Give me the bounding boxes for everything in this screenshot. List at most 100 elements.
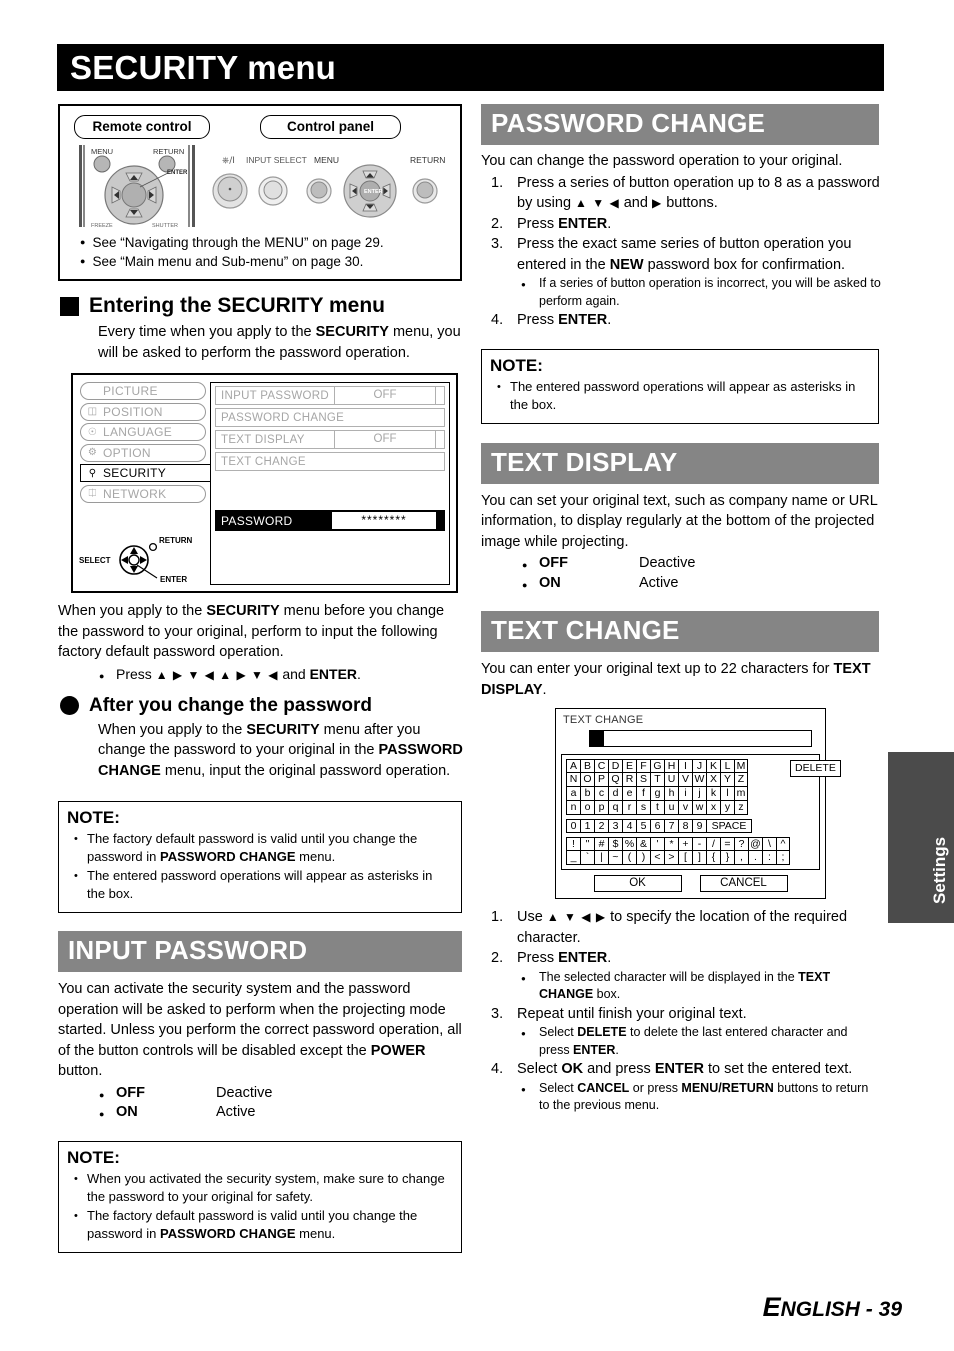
keyboard-key[interactable]: 8 — [678, 819, 692, 833]
osd-sidebar-item-security[interactable]: ⚲ SECURITY — [80, 464, 213, 482]
keyboard-key[interactable]: 3 — [608, 819, 622, 833]
keyboard-key[interactable]: 1 — [580, 819, 594, 833]
keyboard-key[interactable]: H — [664, 759, 678, 773]
keyboard-key[interactable]: 7 — [664, 819, 678, 833]
osd-sidebar-item-picture[interactable]: PICTURE — [80, 382, 206, 400]
keyboard-key[interactable]: u — [664, 801, 678, 815]
keyboard-key[interactable]: r — [622, 801, 636, 815]
keyboard-key[interactable]: ' — [650, 837, 664, 851]
keyboard-key[interactable]: Z — [734, 773, 748, 787]
keyboard-key[interactable]: = — [720, 837, 734, 851]
keyboard-key[interactable]: < — [650, 851, 664, 865]
keyboard-key[interactable]: m — [734, 787, 748, 801]
keyboard-key[interactable]: Q — [608, 773, 622, 787]
keyboard-key[interactable]: w — [692, 801, 706, 815]
keyboard-key[interactable]: l — [720, 787, 734, 801]
keyboard-key[interactable]: J — [692, 759, 706, 773]
keyboard-key[interactable]: ! — [566, 837, 580, 851]
keyboard-key[interactable]: O — [580, 773, 594, 787]
keyboard-key[interactable]: ? — [734, 837, 748, 851]
keyboard-key[interactable]: B — [580, 759, 594, 773]
keyboard-key[interactable]: [ — [678, 851, 692, 865]
keyboard-key[interactable]: n — [566, 801, 580, 815]
osd-sidebar-item-option[interactable]: ⚙ OPTION — [80, 443, 206, 462]
keyboard-key-space[interactable]: SPACE — [706, 819, 752, 833]
keyboard-key[interactable]: * — [664, 837, 678, 851]
keyboard-key[interactable]: ` — [580, 851, 594, 865]
keyboard-key[interactable]: V — [678, 773, 692, 787]
keyboard-key[interactable]: x — [706, 801, 720, 815]
delete-button[interactable]: DELETE — [790, 760, 841, 777]
keyboard-key[interactable]: b — [580, 787, 594, 801]
keyboard-key[interactable]: i — [678, 787, 692, 801]
keyboard-key[interactable]: s — [636, 801, 650, 815]
osd-row-text-display[interactable]: TEXT DISPLAY OFF — [215, 430, 445, 449]
keyboard-key[interactable]: p — [594, 801, 608, 815]
keyboard-key[interactable]: { — [706, 851, 720, 865]
keyboard-key[interactable]: f — [636, 787, 650, 801]
keyboard-key[interactable]: ] — [692, 851, 706, 865]
keyboard-key[interactable]: M — [734, 759, 748, 773]
keyboard-key[interactable]: X — [706, 773, 720, 787]
osd-row-password-change[interactable]: PASSWORD CHANGE — [215, 408, 445, 427]
osd-row-text-change[interactable]: TEXT CHANGE — [215, 452, 445, 471]
keyboard-key[interactable]: 2 — [594, 819, 608, 833]
keyboard-key[interactable]: P — [594, 773, 608, 787]
keyboard-key[interactable]: q — [608, 801, 622, 815]
keyboard-key[interactable]: \ — [762, 837, 776, 851]
keyboard-key[interactable]: ) — [636, 851, 650, 865]
keyboard-key[interactable]: E — [622, 759, 636, 773]
keyboard-key[interactable]: k — [706, 787, 720, 801]
keyboard-key[interactable]: _ — [566, 851, 580, 865]
keyboard-key[interactable]: - — [692, 837, 706, 851]
keyboard-key[interactable]: R — [622, 773, 636, 787]
text-change-input[interactable] — [589, 730, 812, 747]
osd-password-value[interactable]: ******** — [332, 512, 436, 529]
keyboard-key[interactable]: g — [650, 787, 664, 801]
keyboard-key[interactable]: C — [594, 759, 608, 773]
keyboard-key[interactable]: ( — [622, 851, 636, 865]
keyboard-key[interactable]: I — [678, 759, 692, 773]
keyboard-key[interactable]: ^ — [776, 837, 790, 851]
cancel-button[interactable]: CANCEL — [699, 875, 788, 892]
keyboard-key[interactable]: c — [594, 787, 608, 801]
keyboard-key[interactable]: W — [692, 773, 706, 787]
keyboard-key[interactable]: : — [762, 851, 776, 865]
keyboard-key[interactable]: h — [664, 787, 678, 801]
keyboard-key[interactable]: 4 — [622, 819, 636, 833]
keyboard-key[interactable]: 9 — [692, 819, 706, 833]
keyboard-key[interactable]: o — [580, 801, 594, 815]
keyboard-key[interactable]: ; — [776, 851, 790, 865]
keyboard-key[interactable]: v — [678, 801, 692, 815]
keyboard-key[interactable]: A — [566, 759, 580, 773]
keyboard-key[interactable]: j — [692, 787, 706, 801]
osd-sidebar-item-network[interactable]: ⎅ NETWORK — [80, 484, 206, 503]
keyboard-key[interactable]: U — [664, 773, 678, 787]
keyboard-key[interactable]: / — [706, 837, 720, 851]
osd-row-input-password[interactable]: INPUT PASSWORD OFF — [215, 386, 445, 405]
osd-sidebar-item-language[interactable]: ☉ LANGUAGE — [80, 423, 206, 441]
keyboard-key[interactable]: y — [720, 801, 734, 815]
keyboard-key[interactable]: " — [580, 837, 594, 851]
keyboard-key[interactable]: Y — [720, 773, 734, 787]
keyboard-key[interactable]: $ — [608, 837, 622, 851]
keyboard-key[interactable]: 6 — [650, 819, 664, 833]
keyboard-key[interactable]: & — [636, 837, 650, 851]
keyboard-key[interactable]: 0 — [566, 819, 580, 833]
keyboard-key[interactable]: + — [678, 837, 692, 851]
keyboard-key[interactable]: ~ — [608, 851, 622, 865]
keyboard-key[interactable]: K — [706, 759, 720, 773]
keyboard-key[interactable]: z — [734, 801, 748, 815]
keyboard-key[interactable]: N — [566, 773, 580, 787]
keyboard-key[interactable]: e — [622, 787, 636, 801]
keyboard-key[interactable]: t — [650, 801, 664, 815]
keyboard-key[interactable]: T — [650, 773, 664, 787]
keyboard-key[interactable]: % — [622, 837, 636, 851]
keyboard-key[interactable]: . — [748, 851, 762, 865]
keyboard-key[interactable]: L — [720, 759, 734, 773]
keyboard-key[interactable]: , — [734, 851, 748, 865]
keyboard-key[interactable]: > — [664, 851, 678, 865]
keyboard-key[interactable]: @ — [748, 837, 762, 851]
keyboard-key[interactable]: G — [650, 759, 664, 773]
keyboard-key[interactable]: a — [566, 787, 580, 801]
